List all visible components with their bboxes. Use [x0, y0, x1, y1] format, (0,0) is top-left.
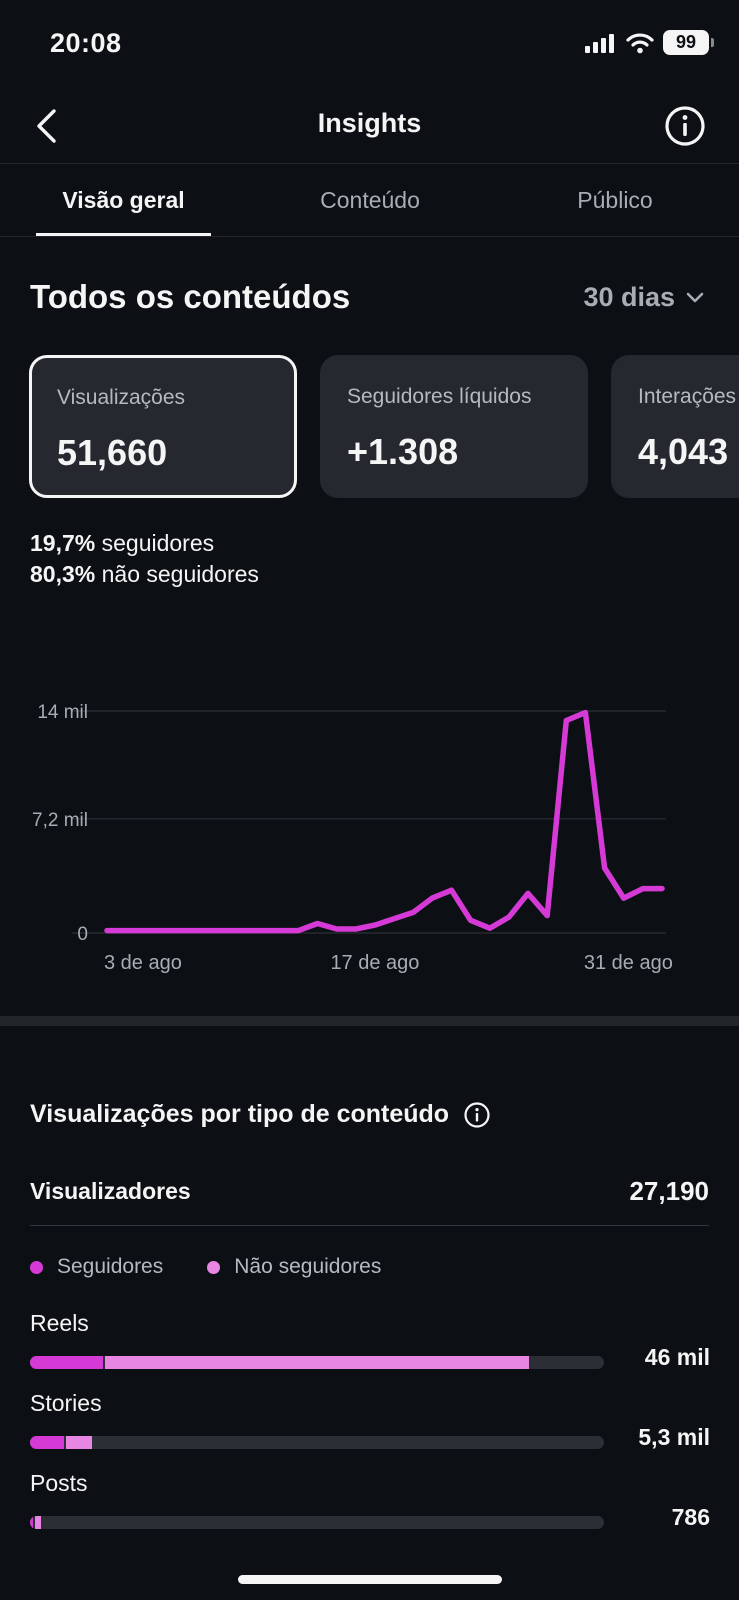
- bar-track: [30, 1516, 604, 1529]
- content-type-section-title: Visualizações por tipo de conteúdo: [30, 1100, 491, 1129]
- metric-card-net-followers[interactable]: Seguidores líquidos +1.308: [320, 355, 588, 498]
- tab-audience[interactable]: Público: [535, 187, 695, 214]
- nav-bar: Insights: [0, 90, 739, 164]
- bar-segment-nonfollowers: [104, 1356, 529, 1369]
- home-indicator[interactable]: [238, 1575, 502, 1584]
- x-tick-label: 3 de ago: [104, 952, 182, 974]
- metric-card-label: Interações: [638, 385, 737, 408]
- metric-card-value: +1.308: [347, 431, 459, 472]
- date-range-label: 30 dias: [583, 282, 675, 312]
- bar-segment-nonfollowers: [66, 1436, 92, 1449]
- bar-segment-followers: [30, 1516, 33, 1529]
- y-tick-label: 14 mil: [37, 702, 88, 723]
- bar-segment-followers: [30, 1436, 65, 1449]
- viewers-value: 27,190: [629, 1176, 709, 1206]
- section-divider: [0, 1016, 739, 1026]
- content-type-row-reels[interactable]: Reels 46 mil: [30, 1310, 710, 1380]
- bar-segment-followers: [30, 1356, 103, 1369]
- bar-label: Stories: [30, 1390, 102, 1416]
- views-series-line: [104, 709, 665, 934]
- followers-line: 19,7% seguidores: [30, 528, 259, 559]
- info-icon: [665, 106, 705, 146]
- y-tick-label: 0: [77, 924, 88, 945]
- metric-card-interactions[interactable]: Interações 4,043: [611, 355, 739, 498]
- metric-card-views[interactable]: Visualizações 51,660: [29, 355, 297, 498]
- views-line-chart[interactable]: 14 mil 7,2 mil 0 3 de ago 17 de ago 31 de ago: [0, 680, 739, 980]
- info-button[interactable]: [663, 104, 707, 148]
- wifi-icon: [626, 32, 654, 53]
- legend-dot-followers: [30, 1260, 43, 1274]
- metric-card-value: 51,660: [57, 432, 168, 473]
- legend-label: Não seguidores: [234, 1255, 382, 1278]
- followers-percent: 19,7%: [30, 530, 96, 556]
- date-range-dropdown[interactable]: 30 dias: [583, 282, 705, 313]
- content-type-row-posts[interactable]: Posts 786: [30, 1470, 710, 1540]
- bar-label: Posts: [30, 1470, 88, 1496]
- active-tab-indicator: [36, 233, 211, 236]
- section-heading: Todos os conteúdos: [30, 278, 351, 315]
- legend-item-followers: Seguidores: [30, 1255, 163, 1279]
- tab-overview[interactable]: Visão geral: [36, 187, 211, 214]
- status-time: 20:08: [50, 28, 122, 58]
- viewers-row: Visualizadores 27,190: [30, 1170, 709, 1226]
- status-bar: 20:08 99: [0, 0, 739, 90]
- nonfollowers-percent: 80,3%: [30, 561, 96, 587]
- followers-text: seguidores: [101, 530, 215, 556]
- bar-value: 46 mil: [644, 1344, 710, 1370]
- viewers-label: Visualizadores: [30, 1178, 191, 1204]
- chart-svg: 14 mil 7,2 mil 0 3 de ago 17 de ago 31 de ago: [32, 702, 673, 974]
- followers-split: 19,7% seguidores 80,3% não seguidores: [30, 528, 259, 590]
- tab-bar: Visão geral Conteúdo Público: [0, 165, 739, 237]
- bar-track: [30, 1356, 604, 1369]
- y-tick-label: 7,2 mil: [32, 810, 88, 831]
- content-type-row-stories[interactable]: Stories 5,3 mil: [30, 1390, 710, 1460]
- metric-card-label: Seguidores líquidos: [347, 385, 532, 408]
- bar-value: 786: [671, 1504, 710, 1530]
- battery-icon: 99: [663, 30, 714, 55]
- bar-label: Reels: [30, 1310, 89, 1336]
- cellular-signal-icon: [585, 33, 614, 53]
- nonfollowers-line: 80,3% não seguidores: [30, 559, 259, 590]
- metric-card-value: 4,043: [638, 431, 729, 472]
- metric-card-label: Visualizações: [57, 386, 186, 409]
- tab-content[interactable]: Conteúdo: [290, 187, 450, 214]
- bar-segment-nonfollowers: [34, 1516, 41, 1529]
- legend-label: Seguidores: [57, 1255, 164, 1278]
- chevron-down-icon: [686, 292, 704, 302]
- bar-value: 5,3 mil: [638, 1424, 710, 1450]
- legend-dot-nonfollowers: [207, 1260, 221, 1274]
- page-title: Insights: [317, 108, 422, 138]
- bar-track: [30, 1436, 604, 1449]
- info-icon[interactable]: [463, 1101, 491, 1129]
- nonfollowers-text: não seguidores: [101, 561, 259, 587]
- x-tick-label: 17 de ago: [330, 952, 419, 974]
- bar-legend: Seguidores Não seguidores: [30, 1255, 381, 1279]
- x-tick-label: 31 de ago: [584, 952, 673, 974]
- metric-cards: Visualizações 51,660 Seguidores líquidos…: [0, 355, 739, 500]
- status-icons: 99: [585, 30, 714, 55]
- content-type-title: Visualizações por tipo de conteúdo: [30, 1100, 450, 1128]
- legend-item-nonfollowers: Não seguidores: [207, 1255, 381, 1279]
